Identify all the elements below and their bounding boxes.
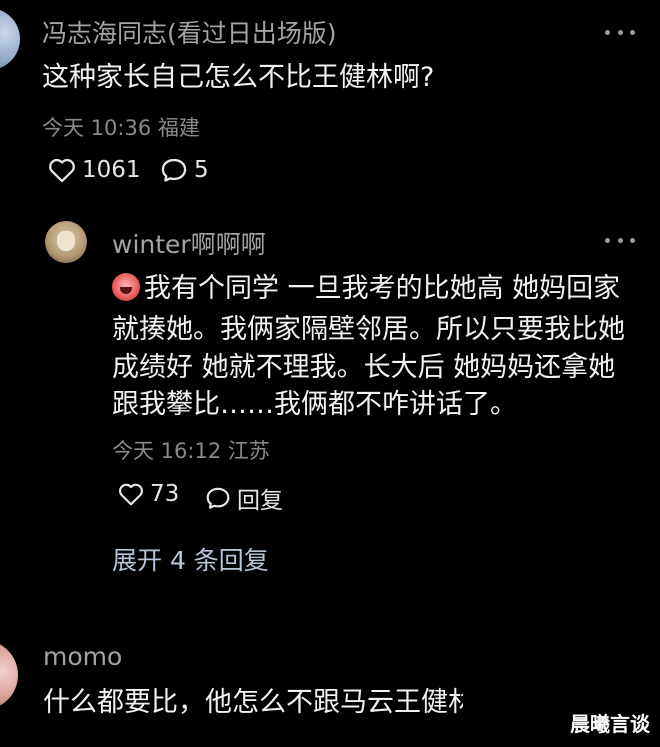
heart-icon	[49, 158, 75, 183]
reply-button[interactable]: 回复	[205, 481, 283, 515]
comment-text-line: 成绩好 她就不理我。长大后 她妈妈还拿她	[112, 352, 616, 383]
comment-bubble-icon	[161, 158, 187, 182]
user-avatar[interactable]	[0, 8, 20, 70]
reply-label: 回复	[237, 488, 283, 514]
like-count: 73	[150, 481, 180, 507]
more-dots-icon[interactable]	[605, 28, 635, 36]
comment-button[interactable]: 5	[160, 157, 209, 183]
comment-text-line: 就揍她。我俩家隔壁邻居。所以只要我比她	[112, 314, 625, 345]
user-avatar[interactable]	[45, 221, 87, 263]
comment-username[interactable]: winter啊啊啊	[112, 225, 266, 261]
like-count: 1061	[82, 157, 141, 183]
comment-meta: 今天 10:36 福建	[42, 116, 200, 140]
comment-bubble-icon	[206, 487, 230, 509]
comment-text: 这种家长自己怎么不比王健林啊?	[42, 62, 435, 93]
comment-text-line: 我有个同学 一旦我考的比她高 她妈回家	[112, 268, 620, 309]
crying-face-emoji-icon	[112, 273, 140, 301]
comment-text-line: 跟我攀比……我俩都不咋讲话了。	[112, 389, 517, 420]
expand-replies-link[interactable]: 展开 4 条回复	[112, 541, 269, 577]
heart-icon	[119, 483, 143, 506]
comment-text: 什么都要比，他怎么不跟马云王健林	[43, 687, 463, 718]
more-dots-icon[interactable]	[605, 236, 635, 244]
comment-username[interactable]: 冯志海同志(看过日出场版)	[42, 14, 337, 50]
like-button[interactable]: 73	[118, 481, 179, 507]
reply-count: 5	[194, 157, 209, 183]
comment-username[interactable]: momo	[43, 642, 122, 671]
comment-meta: 今天 16:12 江苏	[112, 439, 270, 463]
user-avatar[interactable]	[0, 640, 18, 710]
watermark: 晨曦言谈	[570, 712, 650, 736]
like-button[interactable]: 1061	[48, 157, 141, 183]
